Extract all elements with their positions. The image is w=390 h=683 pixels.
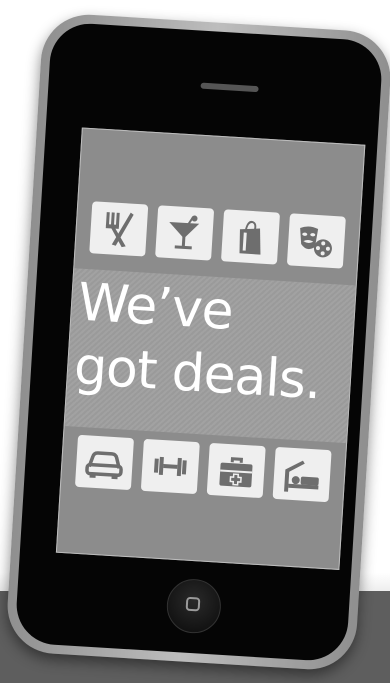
- home-square-icon: [185, 596, 201, 612]
- automotive-tile[interactable]: [74, 434, 135, 491]
- phone: We’ve got deals.: [4, 11, 390, 673]
- utensils-icon: [105, 212, 134, 248]
- health-tile[interactable]: [206, 442, 266, 499]
- shopping-tile[interactable]: [220, 209, 281, 265]
- headline: We’ve got deals.: [72, 271, 365, 416]
- bottom-icon-row: [61, 434, 346, 503]
- home-button[interactable]: [165, 577, 223, 635]
- theater-film-icon: [300, 226, 332, 258]
- phone-body: We’ve got deals.: [14, 21, 384, 663]
- dumbbell-icon: [153, 456, 187, 477]
- bed-icon: [284, 460, 319, 492]
- drinks-tile[interactable]: [155, 205, 215, 261]
- cocktail-icon: [169, 215, 200, 250]
- speaker-slot: [200, 82, 259, 93]
- phone-screen: We’ve got deals.: [55, 127, 366, 570]
- shopping-bag-icon: [239, 220, 261, 255]
- fitness-tile[interactable]: [140, 438, 200, 495]
- top-icon-row: [75, 200, 360, 269]
- dining-tile[interactable]: [89, 201, 149, 257]
- first-aid-kit-icon: [219, 457, 253, 488]
- car-icon: [85, 451, 123, 480]
- lodging-tile[interactable]: [272, 446, 332, 503]
- entertainment-tile[interactable]: [286, 213, 346, 269]
